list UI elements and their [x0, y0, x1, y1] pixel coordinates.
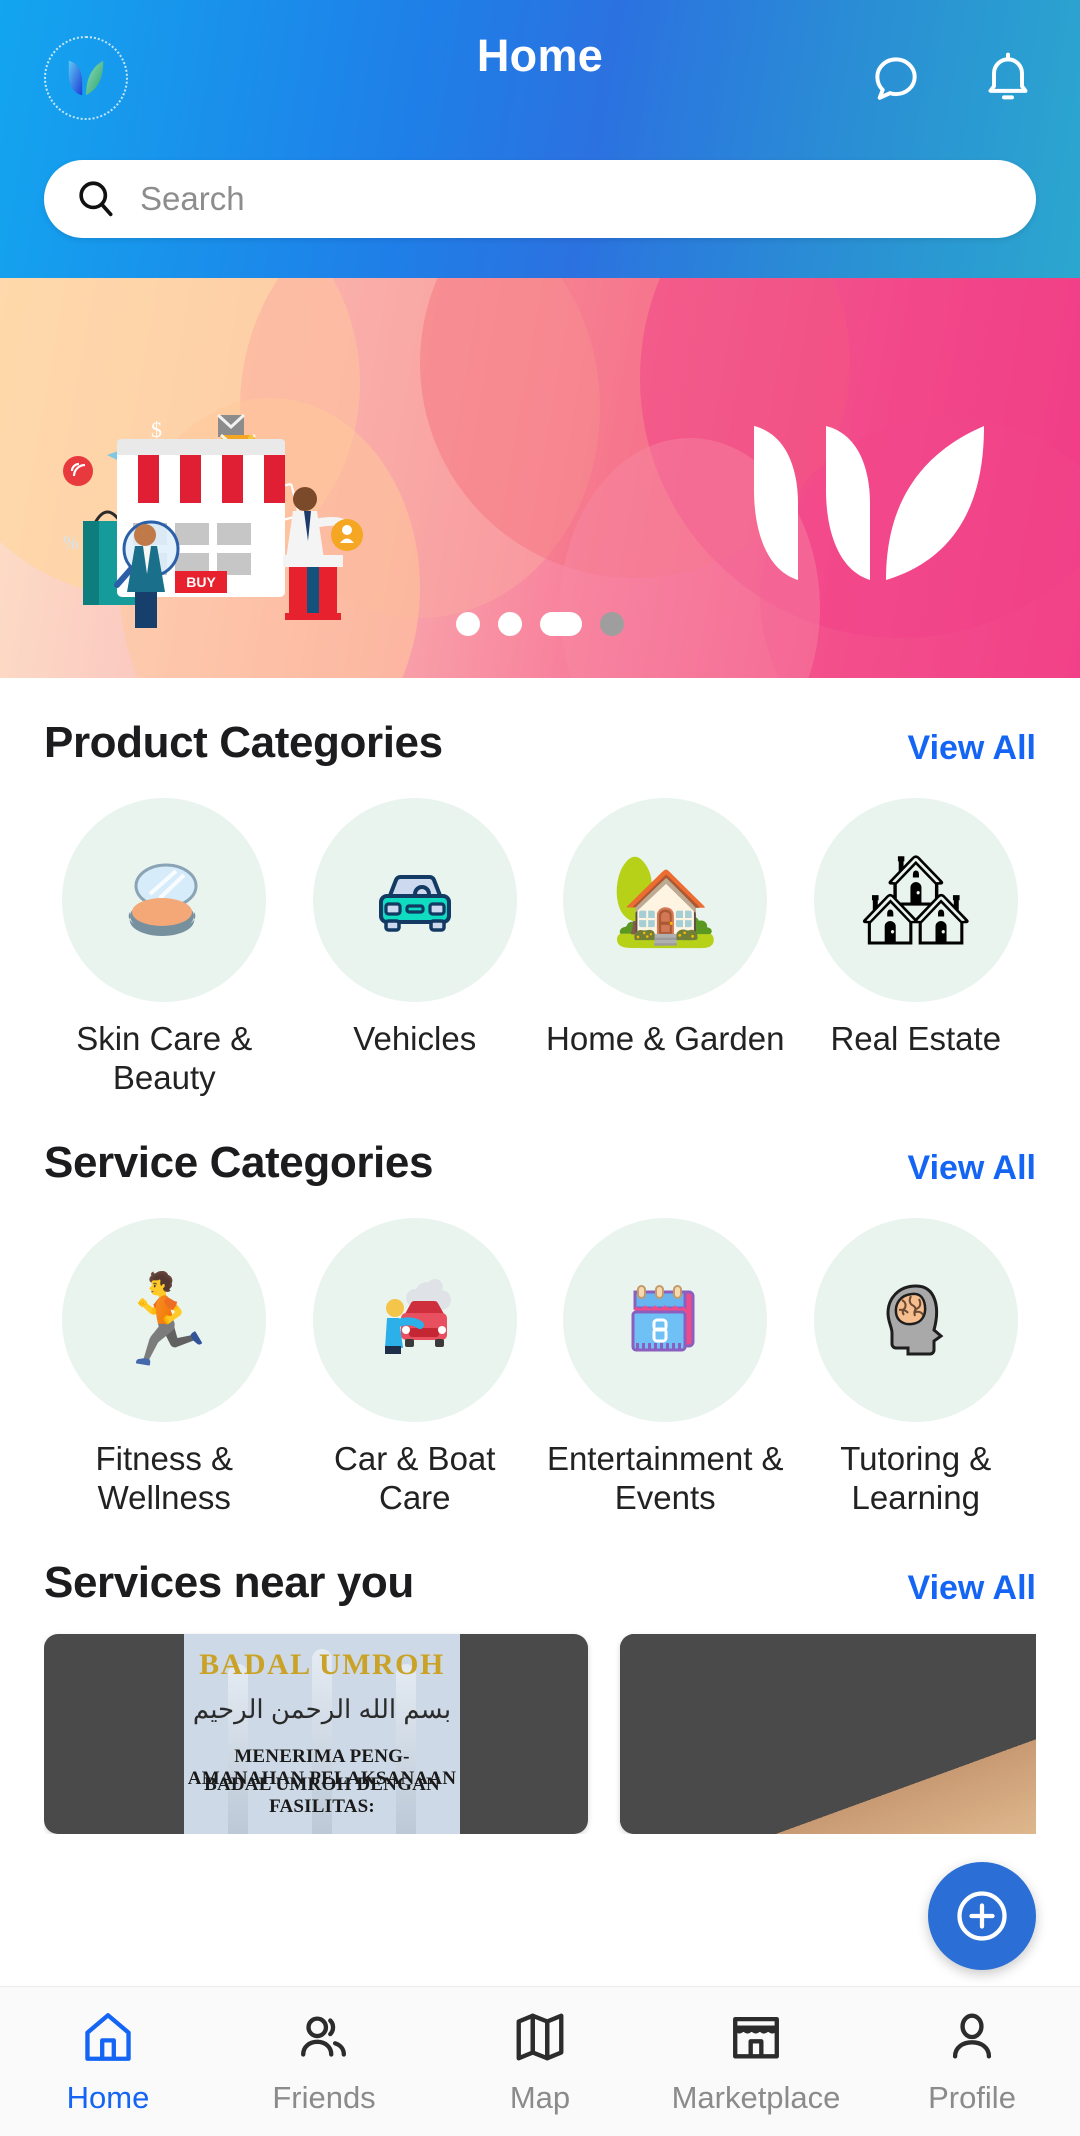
service-fitness-wellness[interactable]: 🏃 Fitness & Wellness — [44, 1217, 285, 1518]
leaf-logo-white-icon — [754, 426, 984, 580]
service-card-title: BADAL UMROH — [199, 1647, 445, 1681]
promo-banner-carousel[interactable]: $ % % — [0, 278, 1080, 678]
services-near-you-section: Services near you View All BADAL UMROH ب… — [0, 1518, 1080, 1834]
svg-text:%: % — [63, 533, 79, 554]
category-label: Real Estate — [830, 1020, 1002, 1057]
category-vehicles[interactable]: Vehicles — [295, 798, 536, 1098]
service-label: Fitness & Wellness — [95, 1439, 234, 1516]
svg-text:$: $ — [151, 417, 162, 442]
service-tutoring-learning[interactable]: Tutoring & Learning — [796, 1217, 1037, 1518]
service-categories-grid: 🏃 Fitness & Wellness Car & Boat Care Ent… — [44, 1198, 1036, 1518]
services-near-you-title: Services near you — [44, 1557, 414, 1607]
services-near-you-header: Services near you View All — [44, 1518, 1036, 1618]
plus-circle-icon — [957, 1891, 1007, 1941]
service-card-badal-umroh[interactable]: BADAL UMROH بسم الله الرحمن الرحيم MENER… — [44, 1633, 588, 1834]
carousel-dot-4[interactable] — [600, 612, 624, 636]
nav-label: Friends — [272, 2079, 376, 2115]
nav-label: Profile — [928, 2079, 1016, 2115]
product-categories-title: Product Categories — [44, 718, 443, 767]
carousel-dots[interactable] — [0, 612, 1080, 636]
service-car-boat-care[interactable]: Car & Boat Care — [295, 1217, 536, 1518]
service-card-image — [620, 1633, 1036, 1834]
friends-icon — [301, 2015, 346, 2057]
header-row: Home — [44, 0, 1036, 155]
service-categories-view-all[interactable]: View All — [908, 1149, 1037, 1188]
service-label: Entertainment & Events — [546, 1439, 784, 1516]
map-icon — [516, 2013, 564, 2060]
running-person-icon: 🏃 — [109, 1269, 220, 1369]
bottom-navigation: Home Friends Map Marketplace Profile — [0, 1986, 1080, 2136]
carousel-dot-1[interactable] — [456, 612, 480, 636]
nav-label: Marketplace — [671, 2079, 841, 2115]
product-categories-view-all[interactable]: View All — [908, 729, 1037, 768]
category-icon-wrap: 🏡 — [563, 798, 768, 1002]
makeup-compact-icon — [128, 863, 198, 937]
service-label: Tutoring & Learning — [840, 1439, 992, 1516]
carousel-dot-3-active[interactable] — [540, 612, 582, 636]
category-label: Home & Garden — [546, 1020, 785, 1057]
app-header: Home — [0, 0, 1080, 278]
category-home-garden[interactable]: 🏡 Home & Garden — [545, 798, 786, 1098]
nav-item-marketplace[interactable]: Marketplace — [648, 2008, 864, 2116]
service-icon-wrap: 🏃 — [62, 1217, 267, 1422]
nav-item-map[interactable]: Map — [432, 2008, 648, 2116]
search-input[interactable] — [140, 180, 1006, 218]
category-label: Skin Care & Beauty — [76, 1020, 253, 1096]
nav-label: Map — [509, 2079, 571, 2115]
service-icon-wrap — [563, 1217, 768, 1422]
header-actions — [868, 50, 1036, 106]
search-icon — [79, 181, 113, 217]
category-icon-wrap — [312, 798, 517, 1002]
service-categories-section: Service Categories View All 🏃 Fitness & … — [0, 1098, 1080, 1518]
product-categories-section: Product Categories View All Skin Care & … — [0, 678, 1080, 1098]
bell-icon — [988, 52, 1028, 99]
services-near-you-list[interactable]: BADAL UMROH بسم الله الرحمن الرحيم MENER… — [44, 1618, 1036, 1834]
nav-item-friends[interactable]: Friends — [216, 2008, 432, 2116]
service-card-image: BADAL UMROH بسم الله الرحمن الرحيم MENER… — [184, 1633, 460, 1834]
svg-text:BUY: BUY — [186, 574, 216, 590]
search-bar[interactable] — [44, 160, 1036, 238]
category-skin-care-beauty[interactable]: Skin Care & Beauty — [44, 798, 285, 1098]
nav-item-profile[interactable]: Profile — [864, 2008, 1080, 2116]
service-card-line2: BADAL UMROH DENGAN FASILITAS: — [204, 1773, 440, 1817]
service-card-arabic-text: بسم الله الرحمن الرحيم — [192, 1693, 452, 1724]
services-near-you-view-all[interactable]: View All — [908, 1569, 1037, 1608]
service-label: Car & Boat Care — [334, 1439, 496, 1516]
carousel-dot-2[interactable] — [498, 612, 522, 636]
house-with-garden-icon: 🏡 — [610, 850, 721, 949]
car-wash-icon — [384, 1278, 451, 1354]
product-categories-grid: Skin Care & Beauty Vehicles 🏡 Home & Gar… — [44, 778, 1036, 1098]
category-real-estate[interactable]: 🏘 Real Estate — [796, 798, 1037, 1098]
service-categories-title: Service Categories — [44, 1137, 434, 1187]
service-icon-wrap — [813, 1217, 1018, 1422]
service-icon-wrap — [312, 1217, 517, 1422]
storefront-icon — [733, 2016, 779, 2059]
add-listing-fab[interactable] — [928, 1862, 1036, 1970]
service-categories-header: Service Categories View All — [44, 1098, 1036, 1198]
nav-label: Home — [66, 2079, 150, 2115]
home-icon — [85, 2012, 131, 2061]
leaf-logo-icon — [68, 60, 104, 95]
app-screen: Home Search $ % BUY Product Categories V… — [0, 0, 1080, 2136]
chat-bubble-icon — [875, 56, 917, 100]
buildings-icon: 🏘 — [859, 850, 972, 949]
nav-item-home[interactable]: Home — [0, 2008, 216, 2116]
service-card-second[interactable] — [620, 1633, 1036, 1834]
category-label: Vehicles — [353, 1020, 477, 1057]
service-entertainment-events[interactable]: Entertainment & Events — [545, 1217, 786, 1518]
car-icon — [378, 875, 451, 932]
category-icon-wrap — [62, 798, 267, 1002]
product-categories-header: Product Categories View All — [44, 678, 1036, 778]
person-icon — [952, 2013, 992, 2059]
category-icon-wrap: 🏘 — [813, 798, 1018, 1002]
calendar-icon — [631, 1284, 695, 1352]
brain-head-icon — [886, 1284, 944, 1356]
notifications-button[interactable] — [980, 50, 1036, 106]
chat-button[interactable] — [868, 50, 924, 106]
app-logo-button[interactable] — [44, 35, 128, 120]
